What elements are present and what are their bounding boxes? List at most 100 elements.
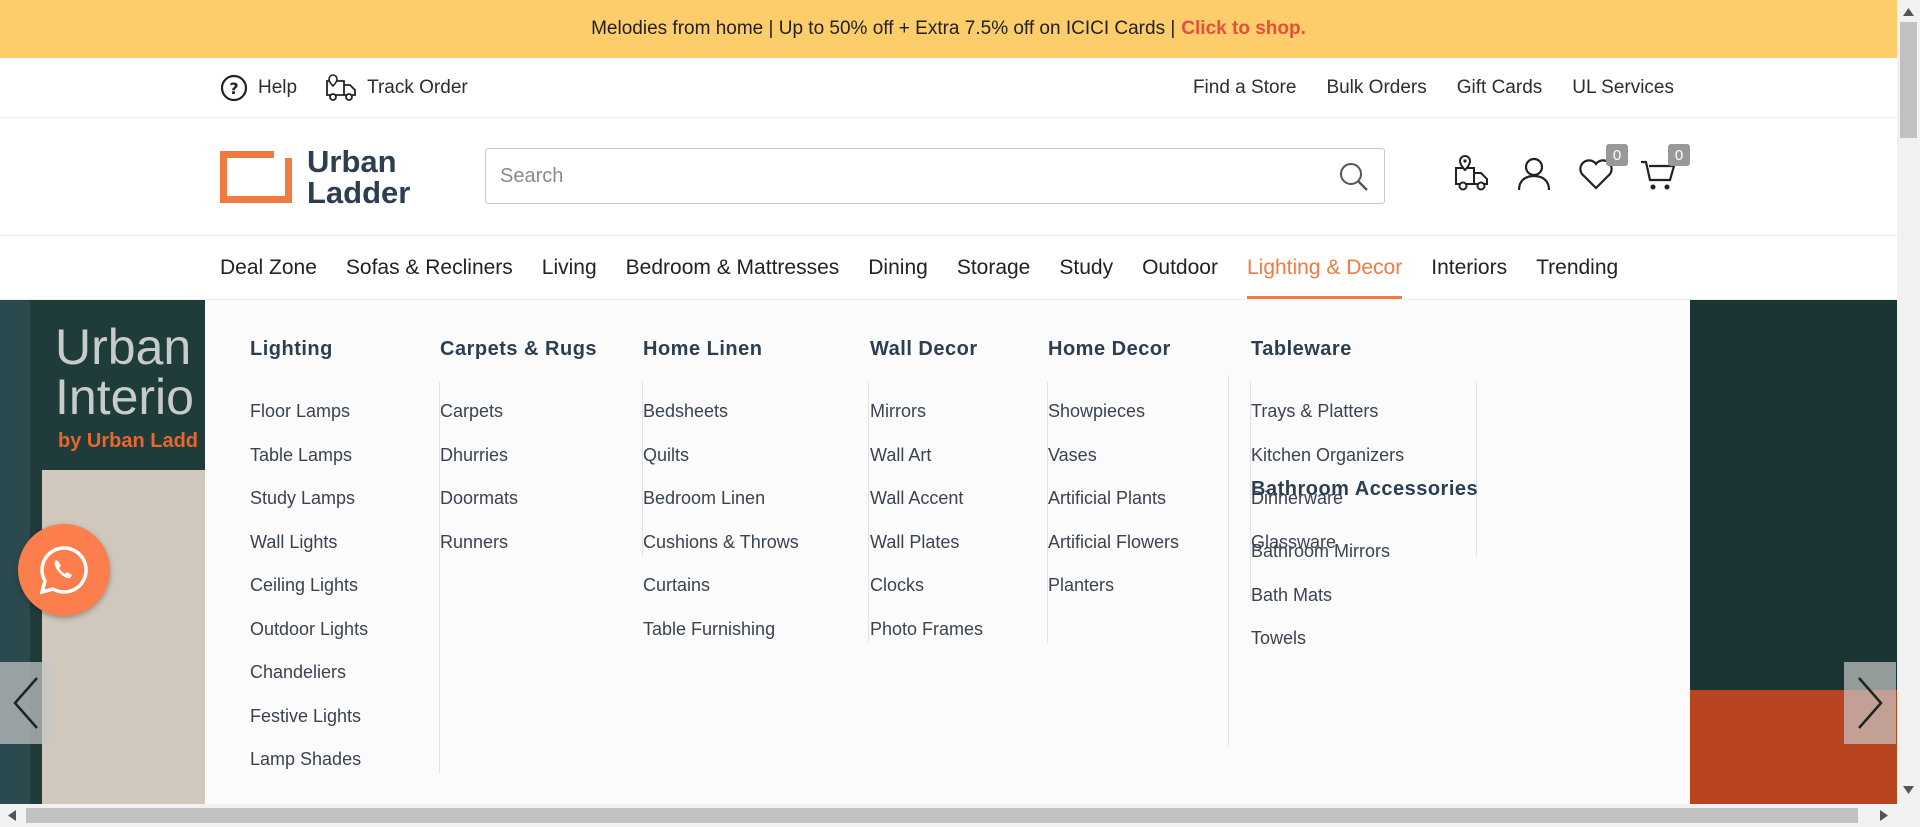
menu-item[interactable]: Cushions & Throws bbox=[643, 531, 868, 575]
nav-trending[interactable]: Trending bbox=[1536, 236, 1618, 300]
nav-storage[interactable]: Storage bbox=[957, 236, 1031, 300]
menu-item[interactable]: Wall Lights bbox=[250, 531, 439, 575]
help-link[interactable]: ? Help bbox=[220, 74, 297, 102]
utility-left: ? Help Track Order bbox=[220, 58, 468, 118]
menu-item[interactable]: Wall Accent bbox=[870, 487, 1047, 531]
bulk-orders-link[interactable]: Bulk Orders bbox=[1326, 77, 1426, 99]
find-store-link[interactable]: Find a Store bbox=[1193, 77, 1297, 99]
menu-heading-wall-decor[interactable]: Wall Decor bbox=[870, 338, 1048, 382]
store-locator-button[interactable] bbox=[1452, 154, 1492, 194]
menu-col-bathroom: Bathroom Accessories Bathroom Mirrors Ba… bbox=[1251, 478, 1511, 652]
nav-outdoor[interactable]: Outdoor bbox=[1142, 236, 1218, 300]
user-icon bbox=[1517, 157, 1551, 191]
menu-heading-home-linen[interactable]: Home Linen bbox=[643, 338, 869, 382]
menu-item[interactable]: Clocks bbox=[870, 574, 1047, 618]
menu-item[interactable]: Bedsheets bbox=[643, 400, 868, 444]
menu-item[interactable]: Quilts bbox=[643, 444, 868, 488]
track-order-label: Track Order bbox=[367, 77, 468, 98]
utility-bar: ? Help Track Order Find a Store Bulk Ord… bbox=[0, 58, 1897, 118]
wishlist-button[interactable]: 0 bbox=[1576, 144, 1628, 194]
logo-line-1: Urban bbox=[307, 144, 397, 179]
menu-item[interactable]: Wall Plates bbox=[870, 531, 1047, 575]
chevron-left-icon bbox=[13, 677, 38, 729]
search-box bbox=[485, 148, 1385, 204]
hero-title: Urban Interio bbox=[55, 322, 194, 422]
promo-cta-link[interactable]: Click to shop. bbox=[1181, 18, 1306, 40]
carousel-prev-button[interactable] bbox=[0, 662, 52, 744]
menu-item[interactable]: Chandeliers bbox=[250, 661, 439, 705]
vertical-scrollbar[interactable] bbox=[1897, 0, 1920, 804]
account-button[interactable] bbox=[1514, 154, 1554, 194]
scroll-left-arrow-icon[interactable] bbox=[8, 810, 16, 821]
menu-item[interactable]: Vases bbox=[1048, 444, 1250, 488]
menu-heading-tableware[interactable]: Tableware bbox=[1251, 338, 1477, 382]
ul-services-link[interactable]: UL Services bbox=[1572, 77, 1674, 99]
menu-item[interactable]: Trays & Platters bbox=[1251, 400, 1476, 444]
scroll-down-arrow-icon[interactable] bbox=[1903, 786, 1914, 794]
menu-item[interactable]: Bedroom Linen bbox=[643, 487, 868, 531]
horizontal-scrollbar[interactable] bbox=[0, 804, 1920, 827]
wishlist-count-badge: 0 bbox=[1606, 144, 1628, 166]
promo-banner[interactable]: Melodies from home | Up to 50% off + Ext… bbox=[0, 0, 1897, 58]
nav-deal-zone[interactable]: Deal Zone bbox=[220, 236, 317, 300]
carousel-next-button[interactable] bbox=[1844, 662, 1896, 744]
menu-item[interactable]: Bathroom Mirrors bbox=[1251, 540, 1511, 584]
menu-item[interactable]: Ceiling Lights bbox=[250, 574, 439, 618]
menu-item[interactable]: Table Lamps bbox=[250, 444, 439, 488]
urban-ladder-logo[interactable]: Urban Ladder bbox=[220, 146, 410, 208]
menu-item[interactable]: Carpets bbox=[440, 400, 642, 444]
horizontal-scrollbar-thumb[interactable] bbox=[26, 808, 1858, 823]
promo-text: Melodies from home | Up to 50% off + Ext… bbox=[591, 18, 1176, 39]
scroll-right-arrow-icon[interactable] bbox=[1880, 810, 1888, 821]
menu-item[interactable]: Study Lamps bbox=[250, 487, 439, 531]
vertical-scrollbar-thumb[interactable] bbox=[1900, 22, 1917, 138]
menu-col-lighting: Lighting Floor Lamps Table Lamps Study L… bbox=[250, 300, 440, 774]
menu-heading-carpets[interactable]: Carpets & Rugs bbox=[440, 338, 643, 382]
scroll-up-arrow-icon[interactable] bbox=[1903, 8, 1914, 16]
menu-item[interactable]: Wall Art bbox=[870, 444, 1047, 488]
nav-sofas-recliners[interactable]: Sofas & Recliners bbox=[346, 236, 513, 300]
search-icon[interactable] bbox=[1338, 161, 1370, 193]
menu-item[interactable]: Table Furnishing bbox=[643, 618, 868, 662]
nav-study[interactable]: Study bbox=[1059, 236, 1113, 300]
nav-interiors[interactable]: Interiors bbox=[1431, 236, 1507, 300]
menu-item[interactable]: Doormats bbox=[440, 487, 642, 531]
menu-item[interactable]: Showpieces bbox=[1048, 400, 1250, 444]
whatsapp-chat-button[interactable] bbox=[18, 524, 110, 616]
menu-item[interactable]: Floor Lamps bbox=[250, 400, 439, 444]
hero-subtitle: by Urban Ladd bbox=[58, 430, 199, 452]
menu-item[interactable]: Photo Frames bbox=[870, 618, 1047, 662]
menu-item[interactable]: Artificial Flowers bbox=[1048, 531, 1250, 575]
menu-item[interactable]: Planters bbox=[1048, 574, 1250, 618]
menu-divider bbox=[1228, 375, 1229, 747]
delivery-truck-icon bbox=[326, 74, 356, 101]
menu-heading-home-decor[interactable]: Home Decor bbox=[1048, 338, 1251, 382]
menu-item[interactable]: Artificial Plants bbox=[1048, 487, 1250, 531]
menu-item[interactable]: Curtains bbox=[643, 574, 868, 618]
nav-dining[interactable]: Dining bbox=[868, 236, 928, 300]
header-icons: 0 0 bbox=[1452, 144, 1690, 194]
logo-wordmark: Urban Ladder bbox=[307, 146, 410, 208]
menu-item[interactable]: Dhurries bbox=[440, 444, 642, 488]
search-input[interactable] bbox=[486, 149, 1306, 203]
nav-lighting-decor[interactable]: Lighting & Decor bbox=[1246, 236, 1403, 299]
menu-item[interactable]: Bath Mats bbox=[1251, 584, 1511, 628]
utility-right: Find a Store Bulk Orders Gift Cards UL S… bbox=[1193, 58, 1674, 118]
menu-heading-lighting[interactable]: Lighting bbox=[250, 338, 440, 382]
gift-cards-link[interactable]: Gift Cards bbox=[1457, 77, 1543, 99]
menu-item[interactable]: Towels bbox=[1251, 627, 1511, 671]
menu-item[interactable]: Runners bbox=[440, 531, 642, 575]
logo-mark-icon bbox=[220, 151, 292, 203]
menu-item[interactable]: Mirrors bbox=[870, 400, 1047, 444]
menu-col-home-decor: Home Decor Showpieces Vases Artificial P… bbox=[1048, 300, 1251, 600]
menu-item[interactable]: Outdoor Lights bbox=[250, 618, 439, 662]
menu-col-wall-decor: Wall Decor Mirrors Wall Art Wall Accent … bbox=[870, 300, 1048, 643]
nav-living[interactable]: Living bbox=[542, 236, 597, 300]
cart-button[interactable]: 0 bbox=[1638, 144, 1690, 194]
track-order-link[interactable]: Track Order bbox=[325, 73, 468, 103]
menu-heading-bathroom[interactable]: Bathroom Accessories bbox=[1251, 478, 1511, 522]
menu-item[interactable]: Festive Lights bbox=[250, 705, 439, 749]
menu-item[interactable]: Lamp Shades bbox=[250, 748, 439, 792]
hero-panel bbox=[42, 470, 207, 804]
nav-bedroom-mattresses[interactable]: Bedroom & Mattresses bbox=[626, 236, 840, 300]
